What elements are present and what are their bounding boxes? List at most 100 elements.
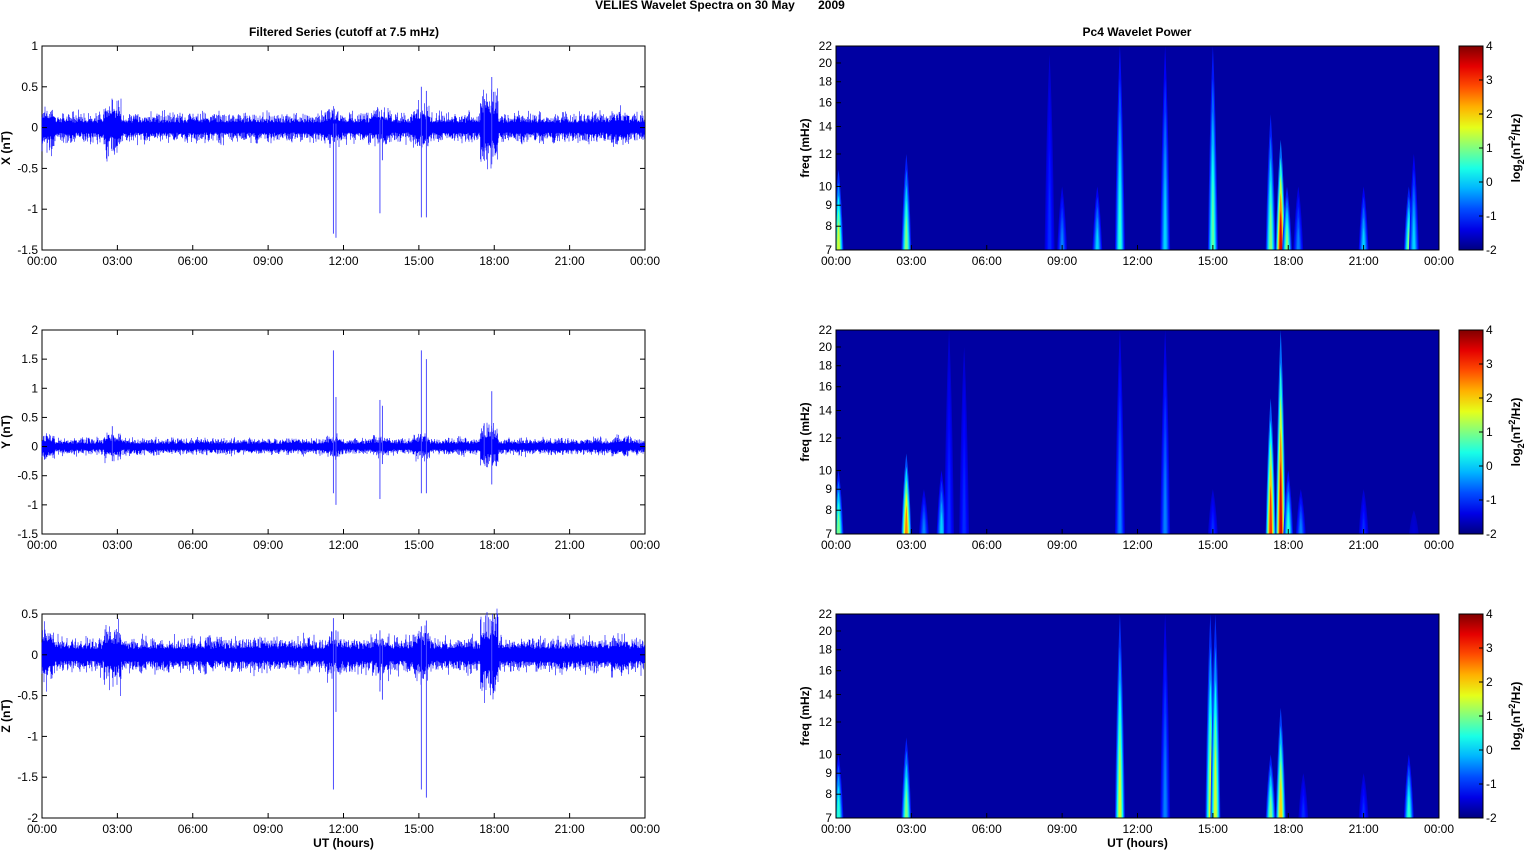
colorbar-tick-label: 2	[1486, 391, 1493, 405]
colorbar-tick-label: 1	[1486, 709, 1493, 723]
y-tick-label: 22	[819, 39, 833, 53]
colorbar-label-part: log	[1509, 164, 1523, 182]
x-tick-label: 00:00	[27, 538, 57, 552]
colorbar-tick-label: 3	[1486, 357, 1493, 371]
x-tick-label: 15:00	[1198, 254, 1228, 268]
colorbar-label: log2(nT2/Hz)	[1507, 682, 1526, 751]
y-tick-label: 9	[825, 198, 832, 212]
x-tick-label: 09:00	[1047, 822, 1077, 836]
x-tick-label: 00:00	[821, 538, 851, 552]
x-tick-label: 06:00	[972, 822, 1002, 836]
x-tick-label: 21:00	[1349, 822, 1379, 836]
x-tick-label: 18:00	[479, 254, 509, 268]
colorbar-tick-label: -2	[1486, 527, 1497, 541]
figure-title: VELIES Wavelet Spectra on 30 May 2009	[595, 0, 845, 12]
x-tick-label: 15:00	[404, 254, 434, 268]
x-tick-label: 06:00	[972, 538, 1002, 552]
right-title: Pc4 Wavelet Power	[1083, 25, 1192, 39]
x-tick-label: 09:00	[253, 822, 283, 836]
y-tick-label: 0.5	[21, 607, 38, 621]
x-tick-label: 21:00	[555, 822, 585, 836]
y-tick-label: 12	[819, 147, 833, 161]
left-title: Filtered Series (cutoff at 7.5 mHz)	[249, 25, 439, 39]
y-tick-label: -0.5	[17, 689, 38, 703]
x-tick-label: 21:00	[1349, 538, 1379, 552]
colorbar-tick-label: 2	[1486, 675, 1493, 689]
y-tick-label: 18	[819, 359, 833, 373]
colorbar-tick-label: -1	[1486, 209, 1497, 223]
x-tick-label: 09:00	[1047, 538, 1077, 552]
y-tick-label: 10	[819, 463, 833, 477]
wavelet-panel-z: 78910121416182022freq (mHz)00:00 03:00 06:…	[798, 607, 1526, 850]
wavelet-panel-x: 78910121416182022freq (mHz)00:00 03:00 06:…	[798, 39, 1526, 268]
x-tick-label: 21:00	[555, 254, 585, 268]
x-tick-label: 03:00	[896, 822, 926, 836]
x-tick-label: 06:00	[972, 254, 1002, 268]
y-axis-label: freq (mHz)	[798, 402, 812, 461]
colorbar-tick-label: 0	[1486, 459, 1493, 473]
colorbar-tick-label: 4	[1486, 39, 1493, 53]
colorbar-tick-label: 2	[1486, 107, 1493, 121]
y-tick-label: 0	[31, 648, 38, 662]
x-tick-label: 00:00	[1424, 254, 1454, 268]
colorbar-tick-label: 0	[1486, 743, 1493, 757]
y-tick-label: -0.5	[17, 161, 38, 175]
x-tick-label: 06:00	[178, 538, 208, 552]
y-tick-label: 22	[819, 323, 833, 337]
colorbar-label-part: /Hz)	[1509, 398, 1523, 420]
colorbar-tick-label: 3	[1486, 641, 1493, 655]
x-tick-label: 03:00	[896, 254, 926, 268]
x-tick-label: 09:00	[253, 538, 283, 552]
colorbar-tick-label: 3	[1486, 73, 1493, 87]
y-axis-label: freq (mHz)	[798, 118, 812, 177]
wavelet-panel-y: 78910121416182022freq (mHz)00:00 03:00 06:…	[798, 323, 1526, 552]
y-tick-label: 1	[31, 381, 38, 395]
y-tick-label: 14	[819, 404, 833, 418]
y-tick-label: -1	[27, 498, 38, 512]
wavelet-background	[836, 46, 1439, 250]
y-tick-label: -1	[27, 202, 38, 216]
y-tick-label: -1	[27, 729, 38, 743]
x-tick-label: 15:00	[1198, 822, 1228, 836]
y-tick-label: 8	[825, 787, 832, 801]
y-tick-label: 1	[31, 39, 38, 53]
y-tick-label: 14	[819, 688, 833, 702]
wavelet-background	[836, 614, 1439, 818]
y-tick-label: 20	[819, 624, 833, 638]
x-tick-label: 03:00	[102, 538, 132, 552]
colorbar-tick-label: 0	[1486, 175, 1493, 189]
x-tick-label: 18:00	[479, 538, 509, 552]
y-axis-label: X (nT)	[0, 131, 13, 165]
colorbar-tick-label: 1	[1486, 141, 1493, 155]
y-tick-label: 18	[819, 643, 833, 657]
plot-area	[41, 45, 646, 251]
colorbar-label-part: log	[1509, 448, 1523, 466]
x-tick-label: 00:00	[1424, 538, 1454, 552]
y-tick-label: -0.5	[17, 469, 38, 483]
colorbar-label: log2(nT2/Hz)	[1507, 114, 1526, 183]
colorbar-tick-label: 1	[1486, 425, 1493, 439]
y-tick-label: 12	[819, 715, 833, 729]
x-tick-label: 03:00	[896, 538, 926, 552]
x-tick-label: 18:00	[479, 822, 509, 836]
y-tick-label: 14	[819, 120, 833, 134]
x-tick-label: 00:00	[630, 822, 660, 836]
y-tick-label: 8	[825, 503, 832, 517]
x-axis-label: UT (hours)	[313, 836, 374, 850]
y-tick-label: 18	[819, 75, 833, 89]
x-tick-label: 09:00	[1047, 254, 1077, 268]
colorbar-label-part: /Hz)	[1509, 682, 1523, 704]
x-tick-label: 18:00	[1273, 538, 1303, 552]
y-tick-label: 10	[819, 179, 833, 193]
x-tick-label: 00:00	[1424, 822, 1454, 836]
y-tick-label: 16	[819, 664, 833, 678]
x-tick-label: 03:00	[102, 254, 132, 268]
y-tick-label: 20	[819, 56, 833, 70]
x-tick-label: 12:00	[1122, 254, 1152, 268]
y-tick-label: 22	[819, 607, 833, 621]
y-tick-label: 9	[825, 482, 832, 496]
x-tick-label: 00:00	[27, 822, 57, 836]
x-tick-label: 15:00	[404, 822, 434, 836]
x-tick-label: 12:00	[1122, 538, 1152, 552]
y-tick-label: 16	[819, 96, 833, 110]
